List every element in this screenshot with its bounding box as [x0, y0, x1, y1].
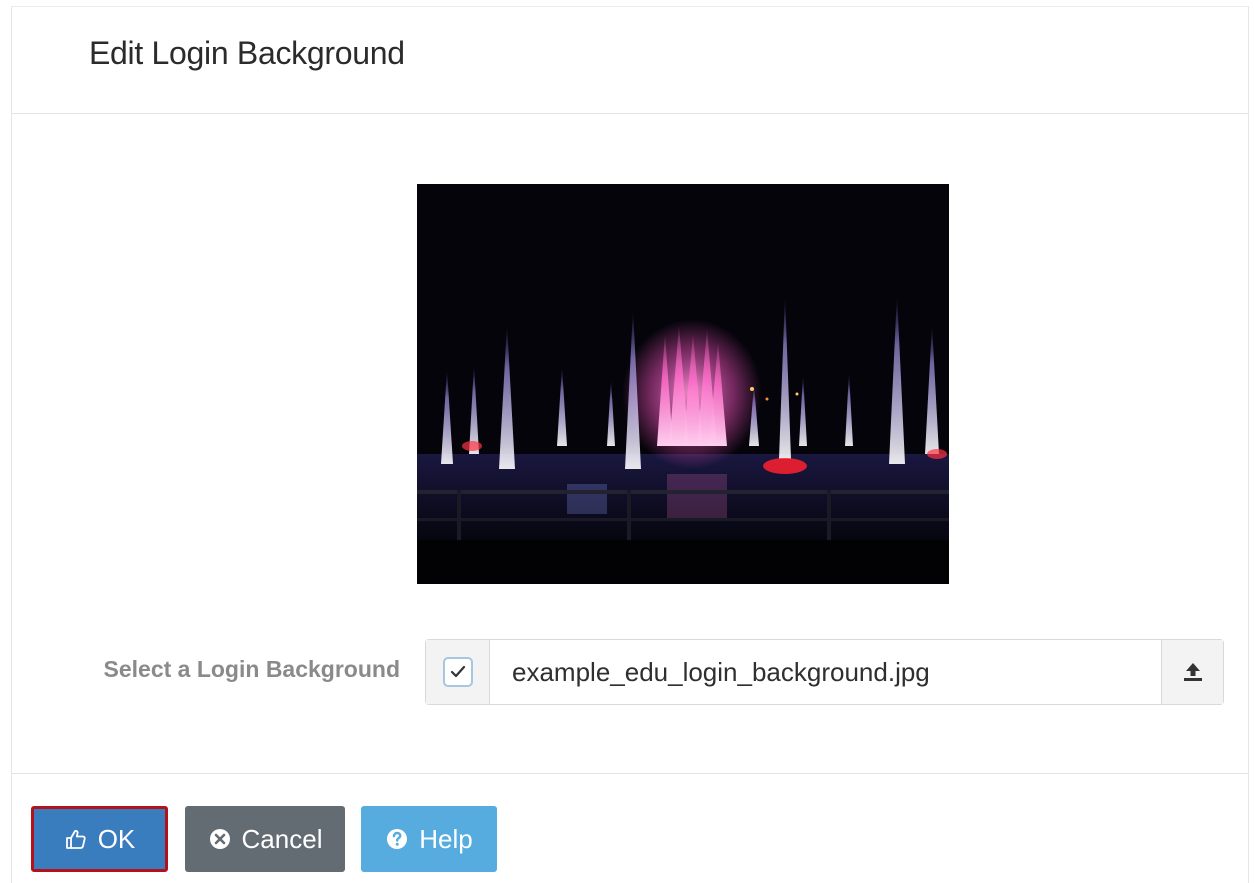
question-circle-icon	[385, 827, 409, 851]
upload-icon	[1183, 663, 1202, 681]
ok-button-label: OK	[97, 823, 136, 854]
dialog-footer: OK Cancel Help	[12, 773, 1248, 883]
checkbox-addon	[426, 640, 490, 704]
dialog-title: Edit Login Background	[89, 35, 405, 71]
thumbs-up-icon	[64, 827, 88, 851]
use-background-checkbox[interactable]	[442, 657, 473, 687]
checkmark-icon	[450, 665, 465, 678]
times-circle-icon	[208, 827, 232, 851]
cancel-button[interactable]: Cancel	[185, 806, 345, 872]
selected-file-name[interactable]: example_edu_login_background.jpg	[490, 640, 1161, 704]
login-background-file-picker: example_edu_login_background.jpg	[425, 639, 1224, 705]
login-background-label: Select a Login Background	[103, 656, 401, 682]
cancel-button-label: Cancel	[241, 823, 323, 854]
ok-button[interactable]: OK	[31, 806, 168, 872]
upload-button[interactable]	[1161, 640, 1223, 704]
edit-login-background-dialog: Edit Login Background Select a Login Bac…	[11, 6, 1249, 883]
help-button[interactable]: Help	[361, 806, 497, 872]
dialog-header: Edit Login Background	[12, 7, 1248, 114]
help-button-label: Help	[419, 823, 473, 854]
login-background-preview-image	[417, 184, 949, 584]
